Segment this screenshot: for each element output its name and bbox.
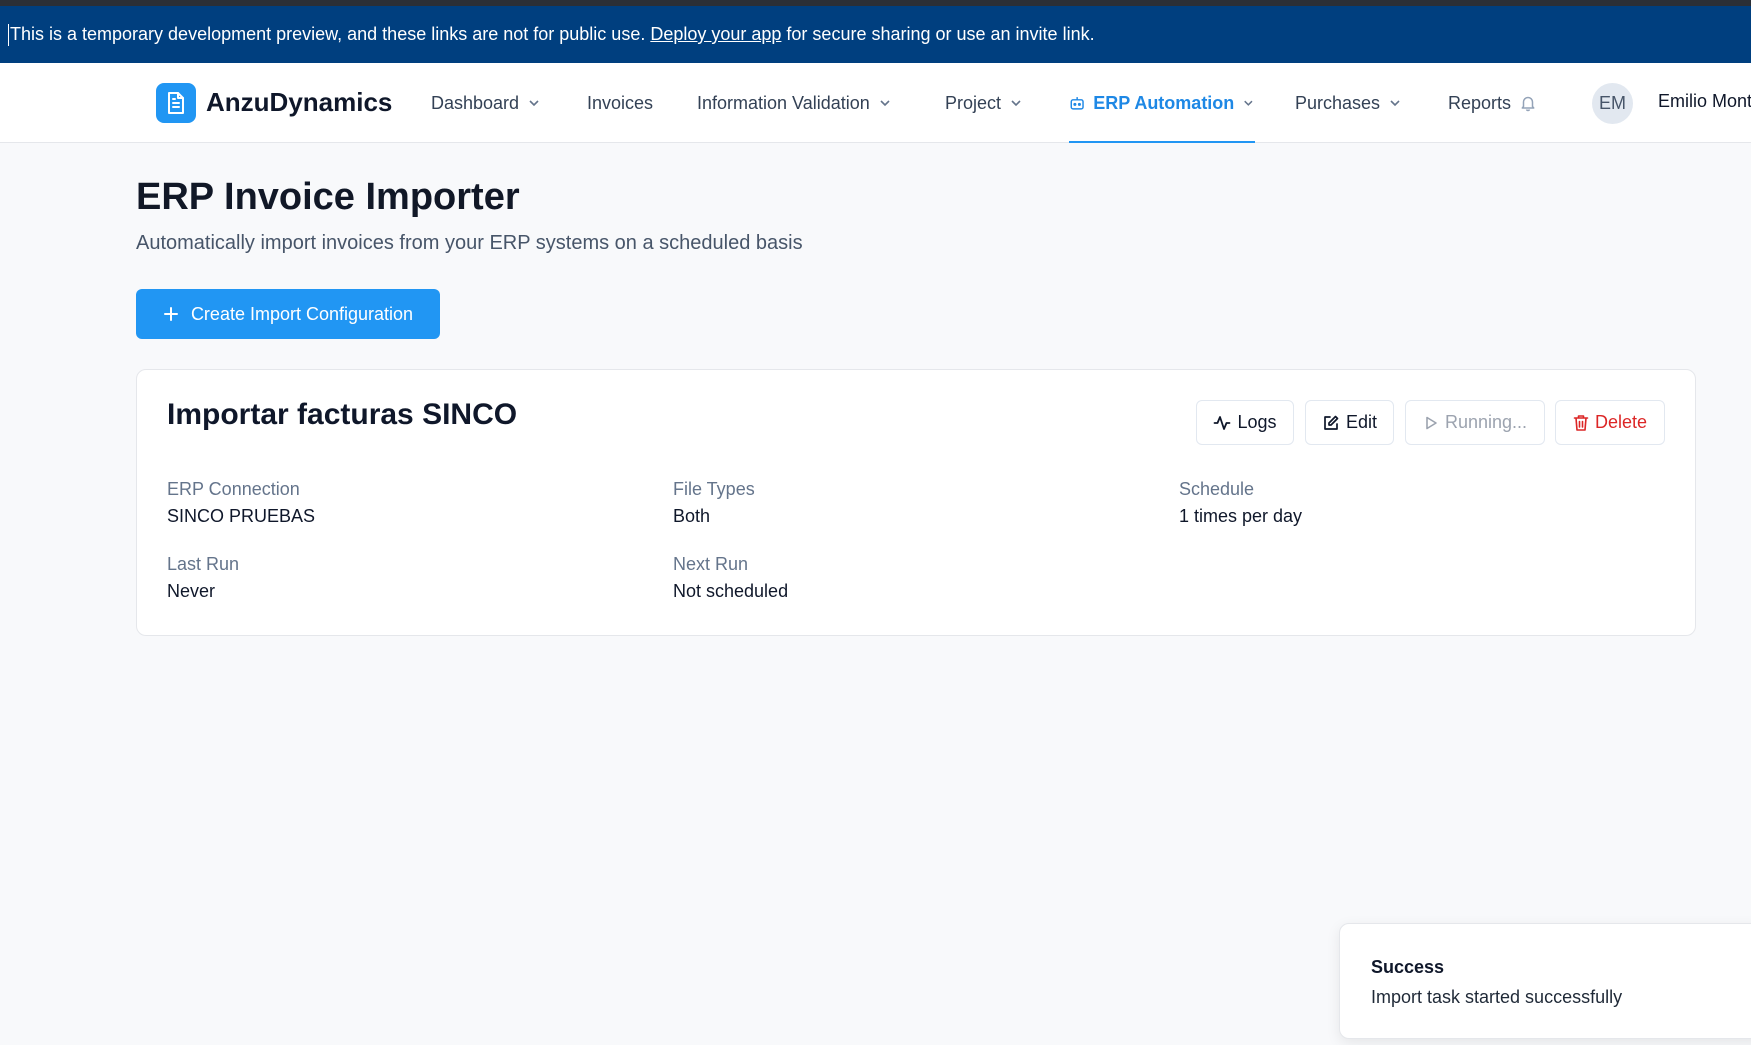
play-icon xyxy=(1426,416,1437,429)
nav-reports[interactable]: Reports xyxy=(1448,63,1537,143)
trash-icon xyxy=(1573,414,1589,431)
file-types-label: File Types xyxy=(673,479,755,499)
erp-connection-label: ERP Connection xyxy=(167,479,300,499)
next-run-value: Not scheduled xyxy=(673,581,789,601)
schedule-label: Schedule xyxy=(1179,479,1255,499)
create-import-configuration-button[interactable]: Create Import Configuration xyxy=(136,289,440,339)
nav-project[interactable]: Project xyxy=(945,63,1023,143)
schedule-value: 1 times per day xyxy=(1179,506,1303,526)
activity-icon xyxy=(1214,415,1231,430)
document-icon xyxy=(168,92,184,114)
nav-erp-automation-label: ERP Automation xyxy=(1093,92,1235,113)
toast-message: Import task started successfully xyxy=(1371,987,1623,1007)
brand-name[interactable]: AnzuDynamics xyxy=(206,87,392,118)
create-import-configuration-label: Create Import Configuration xyxy=(190,303,414,324)
bot-icon xyxy=(1070,97,1084,110)
delete-label: Delete xyxy=(1594,412,1648,432)
success-toast[interactable]: Success Import task started successfully xyxy=(1339,923,1751,1039)
nav-project-label: Project xyxy=(945,92,1002,113)
page-subtitle: Automatically import invoices from your … xyxy=(136,232,803,254)
last-run-value: Never xyxy=(167,581,216,601)
nav-dashboard-label: Dashboard xyxy=(431,92,520,113)
edit-button[interactable]: Edit xyxy=(1305,400,1394,445)
chevron-down-icon xyxy=(1011,100,1021,107)
logs-label: Logs xyxy=(1237,412,1277,432)
import-config-card: Importar facturas SINCO Logs Edit Runnin… xyxy=(136,369,1696,636)
delete-button[interactable]: Delete xyxy=(1555,400,1665,445)
nav-information-validation-label: Information Validation xyxy=(697,92,870,113)
running-label: Running... xyxy=(1444,412,1528,432)
nav-information-validation[interactable]: Information Validation xyxy=(697,63,892,143)
next-run-label: Next Run xyxy=(673,554,749,574)
nav-purchases-label: Purchases xyxy=(1295,92,1381,113)
nav-erp-automation[interactable]: ERP Automation xyxy=(1069,63,1255,143)
preview-banner: This is a temporary development preview,… xyxy=(0,6,1751,63)
nav-purchases[interactable]: Purchases xyxy=(1295,63,1402,143)
page-title: ERP Invoice Importer xyxy=(136,176,520,218)
text-cursor xyxy=(8,23,9,46)
chevron-down-icon xyxy=(880,100,890,107)
nav-reports-label: Reports xyxy=(1448,92,1512,113)
banner-text-before: This is a temporary development preview,… xyxy=(10,24,651,44)
edit-label: Edit xyxy=(1345,412,1378,432)
config-title: Importar facturas SINCO xyxy=(167,398,518,431)
erp-connection-value: SINCO PRUEBAS xyxy=(167,506,316,526)
chevron-down-icon xyxy=(1390,100,1400,107)
file-types-value: Both xyxy=(673,506,711,526)
top-navbar: AnzuDynamics Dashboard Invoices Informat… xyxy=(0,63,1751,143)
toast-title: Success xyxy=(1371,957,1445,977)
edit-icon xyxy=(1324,415,1339,430)
last-run-label: Last Run xyxy=(167,554,240,574)
user-name[interactable]: Emilio Mont xyxy=(1658,91,1751,112)
nav-invoices-label: Invoices xyxy=(587,92,654,113)
chevron-down-icon xyxy=(1244,100,1253,106)
bell-icon[interactable] xyxy=(1519,94,1537,112)
brand-logo[interactable] xyxy=(156,83,196,123)
banner-text-after: for secure sharing or use an invite link… xyxy=(781,24,1095,44)
running-button[interactable]: Running... xyxy=(1405,400,1545,445)
deploy-app-link[interactable]: Deploy your app xyxy=(650,24,781,45)
plus-icon xyxy=(163,307,178,321)
logs-button[interactable]: Logs xyxy=(1196,400,1294,445)
nav-dashboard[interactable]: Dashboard xyxy=(431,63,541,143)
user-avatar[interactable]: EM xyxy=(1592,83,1633,124)
chevron-down-icon xyxy=(529,100,539,107)
nav-invoices[interactable]: Invoices xyxy=(587,63,653,143)
